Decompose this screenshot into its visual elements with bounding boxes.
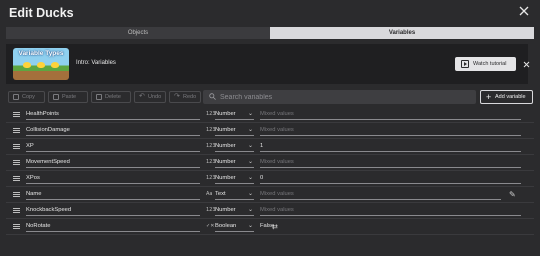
variable-type-select[interactable]: Number ⌄ xyxy=(215,158,254,168)
tutorial-banner: Variable Types Intro: Variables Watch tu… xyxy=(6,44,530,84)
duck-icon xyxy=(51,62,59,68)
dialog-header: Edit Ducks xyxy=(0,0,540,26)
variable-type-select[interactable]: Number ⌄ xyxy=(215,206,254,216)
variable-name-field[interactable]: MovementSpeed xyxy=(26,158,200,168)
chevron-down-icon: ⌄ xyxy=(247,159,253,165)
variable-value-field[interactable]: Mixed values xyxy=(260,190,501,200)
drag-handle-icon[interactable] xyxy=(13,128,20,133)
type-label: Number xyxy=(215,159,236,165)
chevron-down-icon: ⌄ xyxy=(247,191,253,197)
tab-objects[interactable]: Objects xyxy=(6,27,270,39)
thumbnail-title: Variable Types xyxy=(18,50,64,57)
variable-name-field[interactable]: NoRotate xyxy=(26,222,200,232)
add-variable-button[interactable]: + Add variable xyxy=(480,90,533,104)
dialog-title: Edit Ducks xyxy=(9,6,74,20)
chevron-down-icon: ⌄ xyxy=(247,127,253,133)
chevron-down-icon: ⌄ xyxy=(247,207,253,213)
variable-value-field[interactable]: Mixed values xyxy=(260,110,521,120)
variable-name-field[interactable]: XP xyxy=(26,142,200,152)
variable-type-select[interactable]: Number ⌄ xyxy=(215,126,254,136)
dismiss-banner-icon[interactable] xyxy=(523,61,530,68)
paste-label: Paste xyxy=(62,94,77,100)
redo-label: Redo xyxy=(183,94,197,100)
variable-name-field[interactable]: KnockbackSpeed xyxy=(26,206,200,216)
type-label: Number xyxy=(215,111,236,117)
watch-tutorial-button[interactable]: Watch tutorial xyxy=(455,57,516,71)
trash-icon xyxy=(96,94,102,100)
variable-row: MovementSpeed 123 Number ⌄ Mixed values xyxy=(6,155,534,171)
paste-button[interactable]: Paste xyxy=(48,91,88,103)
variable-name-field[interactable]: HealthPoints xyxy=(26,110,200,120)
tutorial-thumbnail[interactable]: Variable Types xyxy=(13,48,69,80)
duck-icon xyxy=(23,62,31,68)
variables-toolbar: Copy Paste Delete ↶ Undo ↷ Redo + Add va… xyxy=(6,88,534,106)
variable-row: XPos 123 Number ⌄ 0 xyxy=(6,171,534,187)
type-label: Number xyxy=(215,127,236,133)
delete-button[interactable]: Delete xyxy=(91,91,131,103)
variable-row: KnockbackSpeed 123 Number ⌄ Mixed values xyxy=(6,203,534,219)
watch-tutorial-label: Watch tutorial xyxy=(473,61,507,67)
close-icon[interactable] xyxy=(518,5,530,17)
pencil-icon[interactable]: ✎ xyxy=(509,190,516,199)
variable-type-select[interactable]: Text ⌄ xyxy=(215,190,254,200)
variable-type-select[interactable]: Number ⌄ xyxy=(215,174,254,184)
variable-type-select[interactable]: Boolean ⌄ xyxy=(215,222,254,232)
search-input[interactable] xyxy=(220,93,470,101)
variable-type-select[interactable]: Number ⌄ xyxy=(215,110,254,120)
drag-handle-icon[interactable] xyxy=(13,224,20,229)
drag-handle-icon[interactable] xyxy=(13,176,20,181)
drag-handle-icon[interactable] xyxy=(13,160,20,165)
variable-value-field[interactable]: 0 xyxy=(260,174,521,184)
tab-variables[interactable]: Variables xyxy=(270,27,534,39)
copy-button[interactable]: Copy xyxy=(8,91,45,103)
type-label: Number xyxy=(215,207,236,213)
variable-value-field[interactable]: 1 xyxy=(260,142,521,152)
variable-row: Name Aa Text ⌄ Mixed values ✎ xyxy=(6,187,534,203)
duck-icon xyxy=(37,62,45,68)
redo-button[interactable]: ↷ Redo xyxy=(169,91,201,103)
copy-label: Copy xyxy=(22,94,35,100)
chevron-down-icon: ⌄ xyxy=(247,143,253,149)
plus-icon: + xyxy=(486,92,492,102)
variable-value-field[interactable]: Mixed values xyxy=(260,126,521,136)
drag-handle-icon[interactable] xyxy=(13,112,20,117)
paste-icon xyxy=(53,94,59,100)
variable-type-select[interactable]: Number ⌄ xyxy=(215,142,254,152)
add-variable-label: Add variable xyxy=(495,94,526,100)
variable-value-field[interactable]: Mixed values xyxy=(260,158,521,168)
variable-row: CollisionDamage 123 Number ⌄ Mixed values xyxy=(6,123,534,139)
variable-name-field[interactable]: Name xyxy=(26,190,200,200)
undo-icon: ↶ xyxy=(139,93,145,100)
search-icon xyxy=(209,93,216,100)
type-label: Boolean xyxy=(215,223,237,229)
drag-handle-icon[interactable] xyxy=(13,144,20,149)
tutorial-label: Intro: Variables xyxy=(76,60,116,66)
variables-list: HealthPoints 123 Number ⌄ Mixed values Co… xyxy=(6,107,534,235)
variable-row: NoRotate ✓✕ Boolean ⌄ False ⇄ xyxy=(6,219,534,235)
variable-value-field[interactable]: Mixed values xyxy=(260,206,521,216)
type-label: Text xyxy=(215,191,226,197)
drag-handle-icon[interactable] xyxy=(13,192,20,197)
type-label: Number xyxy=(215,143,236,149)
tab-bar: Objects Variables xyxy=(6,27,534,39)
undo-label: Undo xyxy=(148,94,162,100)
search-box xyxy=(203,90,476,104)
toggle-swap-icon[interactable]: ⇄ xyxy=(272,223,278,231)
copy-icon xyxy=(13,94,19,100)
redo-icon: ↷ xyxy=(174,93,180,100)
delete-label: Delete xyxy=(105,94,121,100)
play-icon xyxy=(461,60,469,68)
boolean-type-icon: ✓✕ xyxy=(206,223,215,229)
text-type-icon: Aa xyxy=(206,191,213,197)
variable-row: HealthPoints 123 Number ⌄ Mixed values xyxy=(6,107,534,123)
variable-name-field[interactable]: XPos xyxy=(26,174,200,184)
variable-row: XP 123 Number ⌄ 1 xyxy=(6,139,534,155)
chevron-down-icon: ⌄ xyxy=(247,111,253,117)
variable-name-field[interactable]: CollisionDamage xyxy=(26,126,200,136)
chevron-down-icon: ⌄ xyxy=(247,175,253,181)
type-label: Number xyxy=(215,175,236,181)
drag-handle-icon[interactable] xyxy=(13,208,20,213)
undo-button[interactable]: ↶ Undo xyxy=(134,91,166,103)
chevron-down-icon: ⌄ xyxy=(247,223,253,229)
